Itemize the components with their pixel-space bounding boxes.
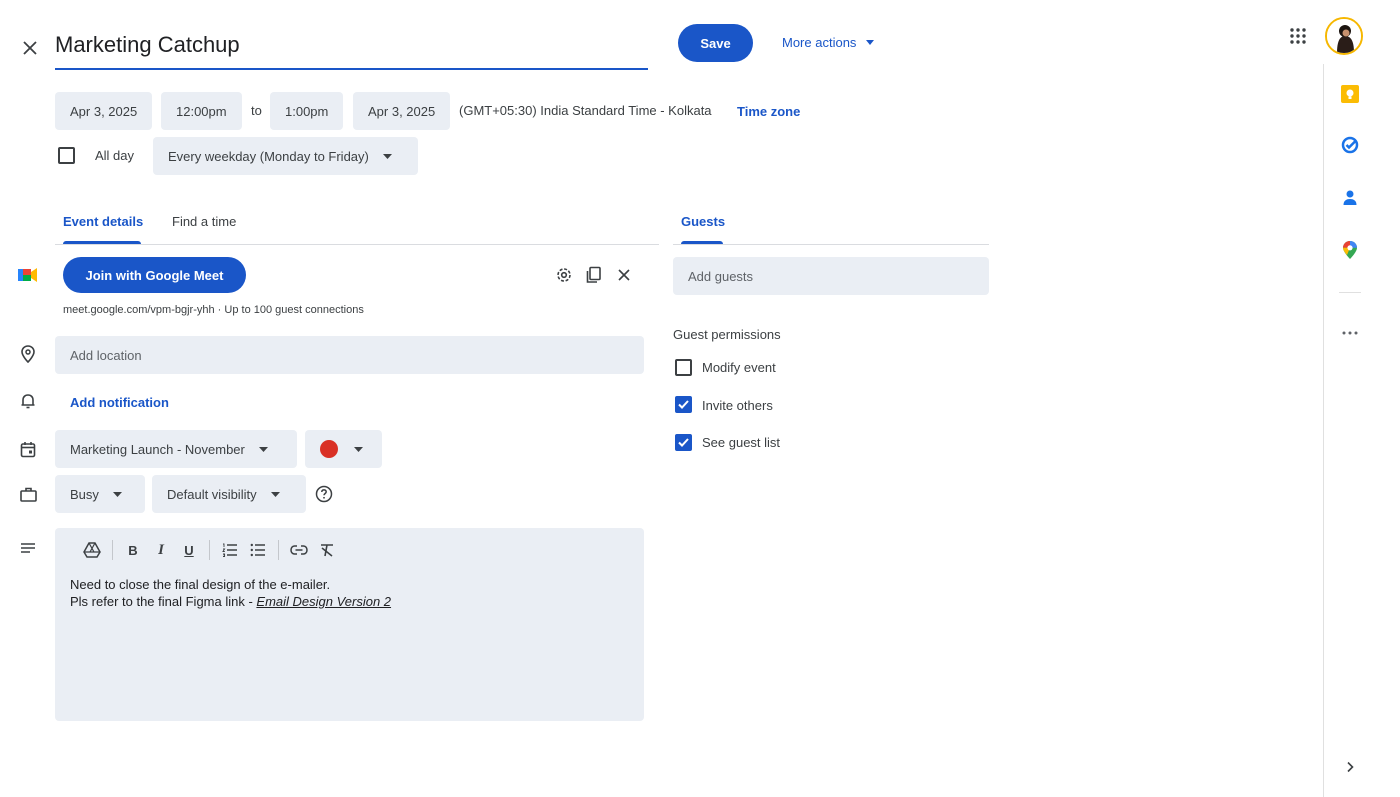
numbered-list-icon[interactable] <box>216 540 244 560</box>
start-date-text: Apr 3, 2025 <box>70 103 138 119</box>
remove-meet-icon[interactable] <box>615 266 633 284</box>
see-guest-list-label: See guest list <box>702 435 781 450</box>
invite-others-label: Invite others <box>702 398 773 413</box>
description-text: Need to close the final design of the e-… <box>70 576 391 610</box>
start-time-text: 12:00pm <box>176 103 227 119</box>
end-date-field[interactable]: Apr 3, 2025 <box>353 92 451 130</box>
clear-formatting-icon[interactable] <box>313 540 341 560</box>
event-color-select[interactable] <box>305 430 382 468</box>
start-date-field[interactable]: Apr 3, 2025 <box>55 92 153 130</box>
save-button[interactable]: Save <box>678 24 753 62</box>
caret-down-icon <box>258 446 268 452</box>
copy-icon[interactable] <box>585 266 603 284</box>
side-panel-divider <box>1323 64 1324 797</box>
location-placeholder: Add location <box>70 347 142 363</box>
tab-event-details[interactable]: Event details <box>63 214 143 229</box>
figma-link[interactable]: Email Design Version 2 <box>256 594 391 609</box>
add-notification-link[interactable]: Add notification <box>70 395 169 410</box>
description-line-2-prefix: Pls refer to the final Figma link - <box>70 594 257 609</box>
visibility-select[interactable]: Default visibility <box>152 475 306 513</box>
underline-icon[interactable]: U <box>175 540 203 560</box>
add-guests-placeholder: Add guests <box>688 268 754 284</box>
formatting-toolbar: B I U <box>78 540 341 560</box>
bell-icon <box>18 391 38 411</box>
toolbar-separator <box>112 540 113 560</box>
bulleted-list-icon[interactable] <box>244 540 272 560</box>
busy-status-select[interactable]: Busy <box>55 475 145 513</box>
drive-icon[interactable] <box>78 540 106 560</box>
contacts-icon[interactable] <box>1338 186 1362 210</box>
event-color-swatch <box>320 440 338 458</box>
close-icon[interactable] <box>18 36 42 60</box>
start-time-field[interactable]: 12:00pm <box>161 92 242 130</box>
help-icon[interactable] <box>315 485 333 503</box>
end-time-field[interactable]: 1:00pm <box>270 92 344 130</box>
end-time-text: 1:00pm <box>285 103 329 119</box>
italic-icon[interactable]: I <box>147 540 175 560</box>
all-day-label: All day <box>95 148 135 163</box>
caret-down-icon <box>354 446 363 452</box>
keep-icon[interactable] <box>1338 82 1362 106</box>
location-input[interactable]: Add location <box>55 336 644 374</box>
tasks-icon[interactable] <box>1338 133 1362 157</box>
maps-icon[interactable] <box>1338 238 1362 262</box>
see-guest-list-checkbox[interactable] <box>675 434 692 451</box>
tab-find-a-time[interactable]: Find a time <box>172 214 236 229</box>
link-icon[interactable] <box>285 540 313 560</box>
location-pin-icon <box>18 344 38 364</box>
add-guests-input[interactable]: Add guests <box>673 257 989 295</box>
briefcase-icon <box>18 484 38 504</box>
tab-guests[interactable]: Guests <box>681 214 725 229</box>
event-title-input[interactable] <box>55 28 648 70</box>
toolbar-separator <box>209 540 210 560</box>
guest-permissions-title: Guest permissions <box>673 327 781 342</box>
toolbar-separator <box>278 540 279 560</box>
guests-tabs-divider <box>673 244 989 245</box>
end-date-text: Apr 3, 2025 <box>368 103 436 119</box>
caret-down-icon <box>866 39 875 45</box>
recurrence-text: Every weekday (Monday to Friday) <box>168 148 369 164</box>
time-zone-link[interactable]: Time zone <box>737 104 800 119</box>
more-actions-label: More actions <box>782 34 857 50</box>
join-google-meet-button[interactable]: Join with Google Meet <box>63 257 246 293</box>
recurrence-dropdown[interactable]: Every weekday (Monday to Friday) <box>153 137 418 175</box>
modify-event-label: Modify event <box>702 360 776 375</box>
meet-settings-icon[interactable] <box>555 266 573 284</box>
caret-down-icon <box>382 153 392 159</box>
apps-grid-icon[interactable] <box>1289 27 1307 45</box>
calendar-name: Marketing Launch - November <box>70 441 245 457</box>
caret-down-icon <box>270 491 280 497</box>
busy-status-text: Busy <box>70 486 99 502</box>
avatar[interactable] <box>1325 17 1363 55</box>
modify-event-checkbox[interactable] <box>675 359 692 376</box>
google-meet-icon <box>18 265 38 285</box>
description-line-2: Pls refer to the final Figma link - Emai… <box>70 593 391 610</box>
more-actions-button[interactable]: More actions <box>782 32 875 52</box>
bold-icon[interactable]: B <box>119 540 147 560</box>
description-icon <box>18 538 38 558</box>
description-line-1: Need to close the final design of the e-… <box>70 577 331 592</box>
calendar-select[interactable]: Marketing Launch - November <box>55 430 297 468</box>
meet-link-info: meet.google.com/vpm-bgjr-yhh · Up to 100… <box>63 304 364 316</box>
to-label: to <box>251 103 262 118</box>
chevron-right-icon[interactable] <box>1338 755 1362 779</box>
all-day-checkbox[interactable] <box>58 147 75 164</box>
calendar-icon <box>18 439 38 459</box>
caret-down-icon <box>112 491 122 497</box>
visibility-text: Default visibility <box>167 486 257 502</box>
side-panel-separator <box>1339 292 1361 293</box>
invite-others-checkbox[interactable] <box>675 396 692 413</box>
timezone-text: (GMT+05:30) India Standard Time - Kolkat… <box>459 103 712 118</box>
more-icon[interactable] <box>1338 321 1362 345</box>
tabs-divider <box>55 244 659 245</box>
